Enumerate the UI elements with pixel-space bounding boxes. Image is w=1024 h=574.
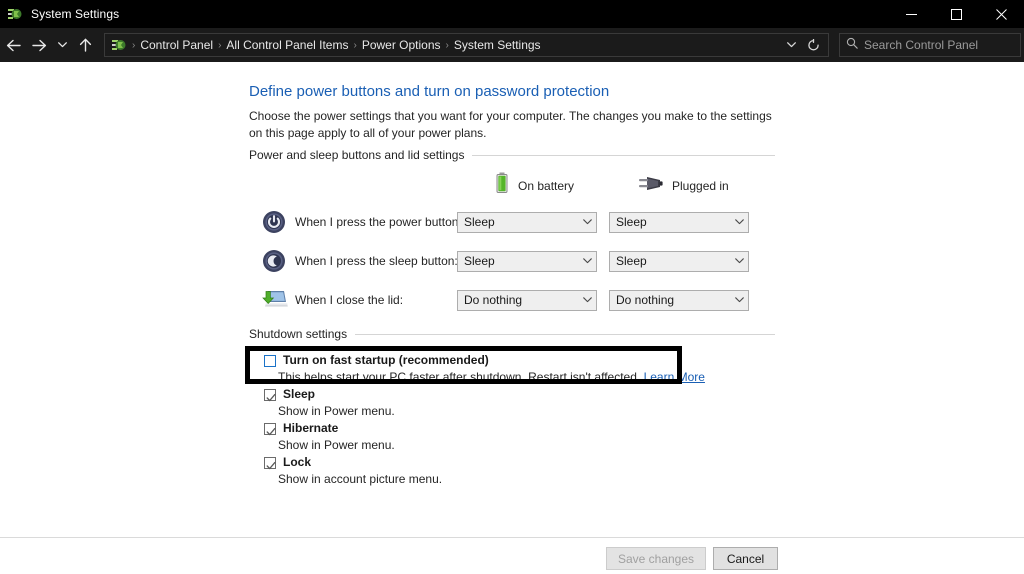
page-title: Define power buttons and turn on passwor… — [249, 83, 610, 100]
power-button-battery-dropdown[interactable]: Sleep — [457, 211, 597, 233]
sleep-button-icon — [262, 249, 286, 273]
sleep-label: Sleep — [283, 387, 316, 401]
setting-row-power-button: When I press the power button: Sleep Sle… — [249, 208, 749, 236]
fast-startup-description: This helps start your PC faster after sh… — [278, 370, 705, 384]
sleep-description: Show in Power menu. — [278, 404, 395, 418]
dropdown-value: Sleep — [464, 215, 495, 229]
chevron-down-icon — [735, 219, 744, 225]
hibernate-label: Hibernate — [283, 421, 339, 435]
setting-label-power-button: When I press the power button: — [295, 215, 462, 229]
shutdown-group-label: Shutdown settings — [249, 327, 348, 341]
fast-startup-description-text: This helps start your PC faster after sh… — [278, 370, 641, 384]
lock-checkbox[interactable] — [264, 457, 276, 470]
window-controls — [889, 0, 1024, 28]
control-panel-icon — [7, 6, 23, 22]
lock-description: Show in account picture menu. — [278, 472, 443, 486]
shutdown-group-header: Shutdown settings — [249, 327, 775, 341]
power-button-plugged-dropdown[interactable]: Sleep — [609, 211, 749, 233]
system-settings-window: System Settings › Control Panel › All Co… — [0, 0, 1024, 574]
power-group-header: Power and sleep buttons and lid settings — [249, 148, 775, 162]
chevron-down-icon — [735, 258, 744, 264]
close-button[interactable] — [979, 0, 1024, 28]
content-area: Define power buttons and turn on passwor… — [0, 62, 1024, 537]
footer-bar: Save changes Cancel — [0, 538, 1024, 574]
sleep-button-plugged-dropdown[interactable]: Sleep — [609, 250, 749, 272]
dropdown-value: Sleep — [464, 254, 495, 268]
up-button[interactable] — [72, 28, 98, 62]
recent-locations-button[interactable] — [52, 28, 72, 62]
power-group-label: Power and sleep buttons and lid settings — [249, 148, 465, 162]
address-bar-actions — [780, 34, 824, 56]
back-button[interactable] — [0, 28, 26, 62]
address-bar[interactable]: › Control Panel › All Control Panel Item… — [104, 33, 829, 57]
close-lid-battery-dropdown[interactable]: Do nothing — [457, 289, 597, 311]
refresh-icon[interactable] — [802, 34, 824, 56]
laptop-lid-icon — [262, 288, 288, 312]
close-lid-plugged-dropdown[interactable]: Do nothing — [609, 289, 749, 311]
chevron-down-icon — [735, 297, 744, 303]
checkbox-item-hibernate[interactable]: Hibernate — [264, 421, 339, 436]
setting-label-close-lid: When I close the lid: — [295, 293, 404, 307]
breadcrumb-item-system-settings[interactable]: System Settings — [450, 38, 545, 52]
power-button-icon — [262, 210, 286, 234]
fast-startup-label: Turn on fast startup (recommended) — [283, 353, 489, 367]
search-input[interactable]: Search Control Panel — [864, 38, 978, 52]
power-plug-icon — [637, 174, 663, 197]
lock-label: Lock — [283, 455, 312, 469]
column-label-plugged-in: Plugged in — [672, 178, 729, 193]
breadcrumb-item-control-panel[interactable]: Control Panel — [136, 38, 217, 52]
forward-button[interactable] — [26, 28, 52, 62]
sleep-checkbox[interactable] — [264, 389, 276, 402]
checkmark-icon — [266, 390, 276, 408]
fast-startup-checkbox[interactable] — [264, 355, 276, 367]
setting-row-sleep-button: When I press the sleep button: Sleep Sle… — [249, 247, 749, 275]
learn-more-link[interactable]: Learn More — [644, 370, 705, 384]
cancel-button[interactable]: Cancel — [713, 547, 778, 570]
dropdown-value: Do nothing — [616, 293, 675, 307]
dropdown-value: Sleep — [616, 215, 647, 229]
checkmark-icon — [266, 424, 276, 442]
sleep-button-battery-dropdown[interactable]: Sleep — [457, 250, 597, 272]
hibernate-checkbox[interactable] — [264, 423, 276, 436]
setting-label-sleep-button: When I press the sleep button: — [295, 254, 458, 268]
hibernate-description: Show in Power menu. — [278, 438, 395, 452]
title-bar: System Settings — [0, 0, 1024, 28]
checkbox-item-lock[interactable]: Lock — [264, 455, 312, 470]
save-changes-button[interactable]: Save changes — [606, 547, 706, 570]
checkmark-icon — [266, 458, 276, 476]
minimize-button[interactable] — [889, 0, 934, 28]
column-header-on-battery: On battery — [495, 172, 574, 199]
dropdown-value: Sleep — [616, 254, 647, 268]
setting-row-close-lid: When I close the lid: Do nothing Do noth… — [249, 286, 749, 314]
chevron-down-icon — [583, 219, 592, 225]
chevron-down-icon — [583, 258, 592, 264]
maximize-button[interactable] — [934, 0, 979, 28]
chevron-down-icon — [583, 297, 592, 303]
page-description: Choose the power settings that you want … — [249, 109, 772, 140]
breadcrumb-item-all-control-panel-items[interactable]: All Control Panel Items — [222, 38, 352, 52]
breadcrumb-control-panel-icon — [111, 37, 127, 53]
column-header-plugged-in: Plugged in — [637, 174, 729, 197]
checkbox-item-fast-startup[interactable]: Turn on fast startup (recommended) — [264, 353, 489, 367]
column-label-on-battery: On battery — [518, 178, 575, 193]
navigation-bar: › Control Panel › All Control Panel Item… — [0, 28, 1024, 62]
search-icon — [846, 36, 858, 54]
dropdown-value: Do nothing — [464, 293, 523, 307]
breadcrumb-item-power-options[interactable]: Power Options — [358, 38, 445, 52]
window-title: System Settings — [31, 7, 120, 21]
checkbox-item-sleep[interactable]: Sleep — [264, 387, 316, 402]
chevron-down-icon[interactable] — [780, 34, 802, 56]
search-box[interactable]: Search Control Panel — [839, 33, 1021, 57]
battery-icon — [495, 172, 509, 199]
group-divider — [472, 154, 775, 156]
group-divider — [355, 333, 775, 335]
